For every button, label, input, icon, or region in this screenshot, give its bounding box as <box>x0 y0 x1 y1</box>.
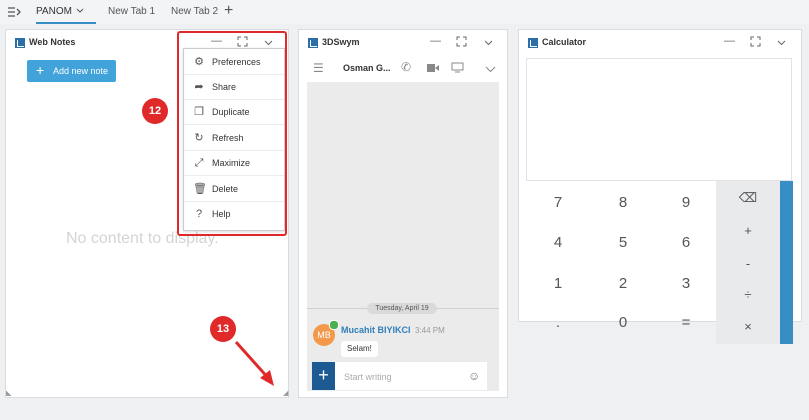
phone-icon[interactable]: ✆ <box>401 60 411 74</box>
widget-title: Web Notes <box>29 37 76 47</box>
key-multiply[interactable]: × <box>716 319 780 334</box>
plus-icon: + <box>36 62 45 78</box>
swym-widget: 3DSwym — ☰ Osman G... ✆ Tuesday, April 1… <box>298 29 508 398</box>
chat-area: Tuesday, April 19 MB Mucahit BIYIKCI 3:4… <box>307 82 499 391</box>
key-equals[interactable]: = <box>666 314 706 331</box>
key-1[interactable]: 1 <box>538 275 578 292</box>
message-time: 3:44 PM <box>415 326 445 335</box>
key-2[interactable]: 2 <box>603 275 643 292</box>
online-status-icon <box>329 320 339 330</box>
sidebar-toggle-icon[interactable] <box>7 5 21 19</box>
highlight-box <box>177 31 287 236</box>
key-plus[interactable]: + <box>716 223 780 238</box>
key-9[interactable]: 9 <box>666 194 706 211</box>
key-5[interactable]: 5 <box>603 234 643 251</box>
key-4[interactable]: 4 <box>538 234 578 251</box>
key-decimal[interactable]: . <box>538 314 578 331</box>
key-divide[interactable]: ÷ <box>716 287 780 302</box>
key-minus[interactable]: - <box>716 256 780 271</box>
key-8[interactable]: 8 <box>603 194 643 211</box>
calculator-display <box>526 58 792 181</box>
message-bubble: Selam! <box>341 341 378 357</box>
minimize-icon[interactable]: — <box>430 35 441 47</box>
callout-badge: 12 <box>142 98 168 124</box>
app-logo-icon <box>308 38 318 48</box>
keypad: 7 8 9 4 5 6 1 2 3 . 0 = <box>526 181 716 344</box>
tab-label: New Tab 2 <box>171 6 219 17</box>
arrow-icon <box>234 340 274 386</box>
contact-name[interactable]: Osman G... <box>343 63 391 73</box>
add-tab-icon[interactable]: + <box>224 2 233 20</box>
message-input[interactable]: Start writing <box>344 372 392 382</box>
minimize-icon[interactable]: — <box>724 35 735 47</box>
chat-toolbar: ☰ Osman G... ✆ <box>299 56 507 82</box>
add-new-note-button[interactable]: + Add new note <box>27 60 116 82</box>
backspace-key[interactable]: ⌫ <box>716 190 780 206</box>
emoji-icon[interactable]: ☺ <box>468 369 480 383</box>
resize-handle-icon[interactable]: ◣ <box>6 389 11 397</box>
widget-title: Calculator <box>542 37 587 47</box>
tab-new-tab-1[interactable]: New Tab 1 <box>108 4 155 22</box>
button-label: Add new note <box>53 66 109 76</box>
app-logo-icon <box>528 38 538 48</box>
operator-column: ⌫ + - ÷ × <box>716 181 780 344</box>
chevron-down-icon[interactable] <box>76 8 84 14</box>
app-logo-icon <box>15 38 25 48</box>
key-3[interactable]: 3 <box>666 275 706 292</box>
add-attachment-button[interactable]: + <box>312 362 335 390</box>
tab-new-tab-2[interactable]: New Tab 2 <box>171 4 218 22</box>
calculator-widget: Calculator — 7 8 9 4 5 6 1 2 3 . 0 = ⌫ +… <box>518 29 802 344</box>
chevron-down-icon[interactable] <box>777 40 786 46</box>
tab-label: PANOM <box>36 6 72 17</box>
widget-header: 3DSwym — <box>299 30 507 56</box>
video-icon[interactable] <box>427 64 439 72</box>
key-6[interactable]: 6 <box>666 234 706 251</box>
maximize-icon[interactable] <box>456 36 467 47</box>
resize-handle-icon[interactable]: ◢ <box>283 389 288 397</box>
widget-header: Calculator — <box>519 30 801 56</box>
message-composer: + Start writing ☺ <box>312 362 487 390</box>
key-7[interactable]: 7 <box>538 194 578 211</box>
widget-title: 3DSwym <box>322 37 360 47</box>
key-0[interactable]: 0 <box>603 314 643 331</box>
message-author[interactable]: Mucahit BIYIKCI <box>341 325 411 335</box>
tab-label: New Tab 1 <box>108 6 156 17</box>
hamburger-icon[interactable]: ☰ <box>313 61 324 75</box>
tab-panom[interactable]: PANOM <box>36 4 96 24</box>
chevron-down-icon[interactable] <box>485 66 496 73</box>
maximize-icon[interactable] <box>750 36 761 47</box>
date-pill: Tuesday, April 19 <box>367 303 437 314</box>
screen-share-icon[interactable] <box>451 62 464 73</box>
chevron-down-icon[interactable] <box>484 40 493 46</box>
tab-bar: PANOM New Tab 1 New Tab 2 + <box>0 0 809 24</box>
equals-bar[interactable] <box>780 181 793 344</box>
